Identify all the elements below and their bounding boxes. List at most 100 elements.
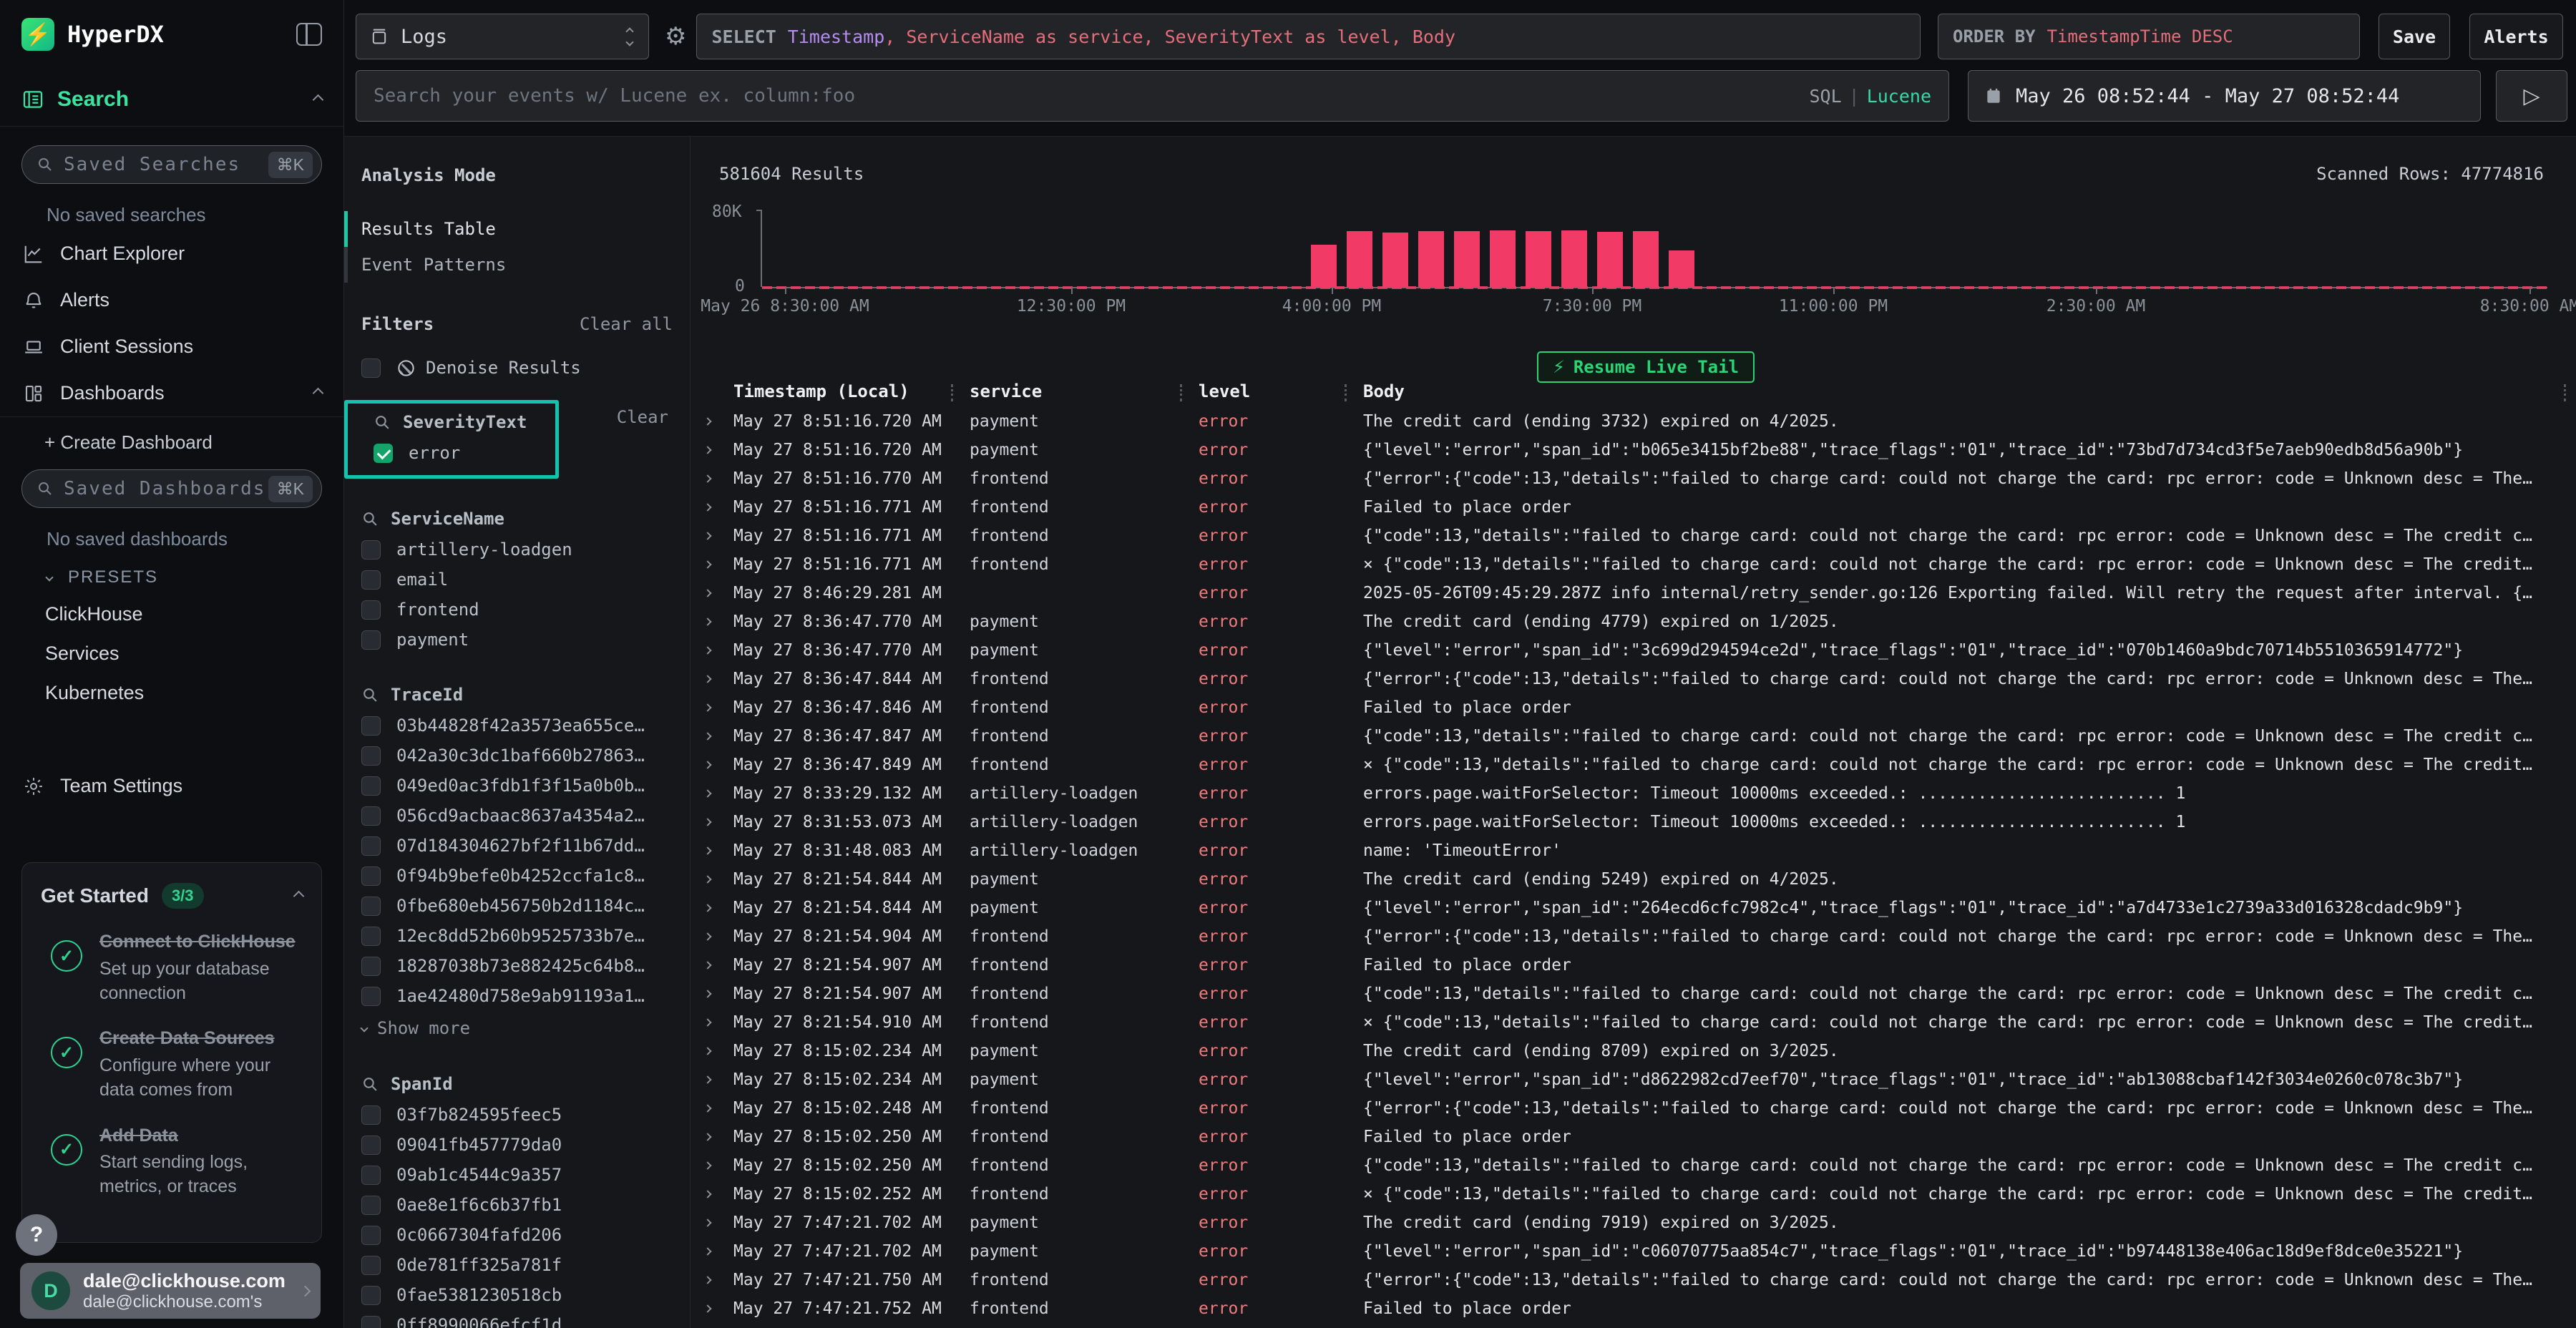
- save-button[interactable]: Save: [2379, 14, 2450, 59]
- get-started-step-2[interactable]: ✓ Create Data Sources Configure where yo…: [41, 1027, 303, 1102]
- sidebar-collapse-icon[interactable]: [296, 23, 322, 46]
- expand-row-icon[interactable]: [705, 962, 719, 968]
- checkbox[interactable]: [361, 1256, 381, 1275]
- filter-item-049ed0ac3fdb1f3f15[interactable]: 049ed0ac3fdb1f3f15a0b0b…: [361, 771, 673, 801]
- saved-dashboards-input[interactable]: Saved Dashboards ⌘K: [21, 469, 322, 508]
- expand-row-icon[interactable]: [705, 533, 719, 539]
- filter-item-error[interactable]: error: [374, 438, 545, 468]
- search-input[interactable]: [374, 85, 1809, 107]
- checkbox-checked[interactable]: [374, 444, 393, 463]
- table-row[interactable]: May 27 8:51:16.770 AMfrontenderror{"erro…: [691, 464, 2576, 493]
- preset-clickhouse[interactable]: ClickHouse: [0, 595, 343, 634]
- table-row[interactable]: May 27 8:21:54.910 AMfrontenderror× {"co…: [691, 1008, 2576, 1037]
- histogram-bar[interactable]: [1561, 230, 1587, 287]
- table-row[interactable]: May 27 8:15:02.250 AMfrontenderror{"code…: [691, 1151, 2576, 1180]
- checkbox[interactable]: [361, 866, 381, 886]
- histogram-bar[interactable]: [1454, 231, 1480, 287]
- col-service[interactable]: service: [955, 381, 1184, 401]
- histogram-bar[interactable]: [1526, 231, 1551, 287]
- checkbox[interactable]: [361, 1136, 381, 1155]
- filter-item-03b44828f42a3573ea[interactable]: 03b44828f42a3573ea655ce…: [361, 711, 673, 741]
- clear-filter-link[interactable]: Clear: [617, 407, 668, 427]
- run-query-button[interactable]: ▷: [2496, 70, 2567, 122]
- preset-kubernetes[interactable]: Kubernetes: [0, 673, 343, 713]
- filter-item-09041fb457779da0[interactable]: 09041fb457779da0: [361, 1130, 673, 1160]
- expand-row-icon[interactable]: [705, 476, 719, 482]
- expand-row-icon[interactable]: [705, 819, 719, 825]
- expand-row-icon[interactable]: [705, 705, 719, 711]
- table-row[interactable]: May 27 7:47:21.752 AMfrontenderrorFailed…: [691, 1294, 2576, 1323]
- chevron-up-icon[interactable]: [313, 94, 324, 105]
- filter-item-0ae8e1f6c6b37fb1[interactable]: 0ae8e1f6c6b37fb1: [361, 1190, 673, 1220]
- select-clause-input[interactable]: SELECT Timestamp, ServiceName as service…: [696, 14, 1921, 59]
- table-row[interactable]: May 27 8:21:54.907 AMfrontenderrorFailed…: [691, 951, 2576, 980]
- sidebar-item-client-sessions[interactable]: Client Sessions: [0, 323, 343, 370]
- chevron-up-icon[interactable]: [293, 890, 305, 902]
- alerts-button[interactable]: Alerts: [2469, 14, 2563, 59]
- expand-row-icon[interactable]: [705, 1048, 719, 1054]
- expand-row-icon[interactable]: [705, 1220, 719, 1226]
- histogram-bar[interactable]: [1669, 250, 1694, 287]
- user-menu[interactable]: D dale@clickhouse.com dale@clickhouse.co…: [20, 1263, 321, 1319]
- column-resize-handle[interactable]: [951, 384, 953, 401]
- column-resize-handle[interactable]: [2564, 384, 2566, 401]
- denoise-results-checkbox[interactable]: Denoise Results: [344, 353, 673, 383]
- checkbox[interactable]: [361, 716, 381, 736]
- table-row[interactable]: May 27 8:21:54.844 AMpaymenterrorThe cre…: [691, 865, 2576, 894]
- table-row[interactable]: May 27 8:51:16.720 AMpaymenterror{"level…: [691, 436, 2576, 464]
- checkbox[interactable]: [361, 1286, 381, 1305]
- checkbox[interactable]: [361, 1105, 381, 1125]
- checkbox[interactable]: [361, 1166, 381, 1185]
- expand-row-icon[interactable]: [705, 733, 719, 739]
- expand-row-icon[interactable]: [705, 877, 719, 882]
- filter-item-0fae5381230518cb[interactable]: 0fae5381230518cb: [361, 1280, 673, 1310]
- col-level[interactable]: level: [1184, 381, 1349, 401]
- query-language-toggle[interactable]: SQL|Lucene: [1809, 86, 1931, 107]
- expand-row-icon[interactable]: [705, 590, 719, 596]
- gear-icon[interactable]: ⚙: [665, 22, 686, 51]
- table-row[interactable]: May 27 8:15:02.248 AMfrontenderror{"erro…: [691, 1094, 2576, 1123]
- sidebar-item-alerts[interactable]: Alerts: [0, 277, 343, 323]
- checkbox[interactable]: [361, 570, 381, 590]
- order-by-input[interactable]: ORDER BY TimestampTime DESC: [1938, 14, 2360, 59]
- date-range-picker[interactable]: May 26 08:52:44 - May 27 08:52:44: [1968, 70, 2481, 122]
- histogram-chart[interactable]: May 26 8:30:00 AM12:30:00 PM4:00:00 PM7:…: [761, 210, 2547, 287]
- tab-event-patterns[interactable]: Event Patterns: [344, 247, 673, 283]
- expand-row-icon[interactable]: [705, 934, 719, 939]
- checkbox[interactable]: [361, 1226, 381, 1245]
- table-row[interactable]: May 27 8:31:48.083 AMartillery-loadgener…: [691, 836, 2576, 865]
- checkbox[interactable]: [361, 1196, 381, 1215]
- filter-item-042a30c3dc1baf660b[interactable]: 042a30c3dc1baf660b27863…: [361, 741, 673, 771]
- checkbox[interactable]: [361, 540, 381, 560]
- table-row[interactable]: May 27 7:47:21.702 AMpaymenterror{"level…: [691, 1237, 2576, 1266]
- expand-row-icon[interactable]: [705, 1134, 719, 1140]
- checkbox[interactable]: [361, 927, 381, 946]
- preset-services[interactable]: Services: [0, 634, 343, 673]
- help-button[interactable]: ?: [16, 1214, 57, 1256]
- expand-row-icon[interactable]: [705, 1105, 719, 1111]
- expand-row-icon[interactable]: [705, 791, 719, 796]
- filter-item-0ff8990066efcf1d[interactable]: 0ff8990066efcf1d: [361, 1310, 673, 1328]
- checkbox[interactable]: [361, 1316, 381, 1328]
- saved-searches-input[interactable]: Saved Searches ⌘K: [21, 145, 322, 184]
- checkbox[interactable]: [361, 776, 381, 796]
- filter-item-12ec8dd52b60b95257[interactable]: 12ec8dd52b60b9525733b7e…: [361, 921, 673, 951]
- sidebar-item-dashboards[interactable]: Dashboards: [0, 370, 343, 416]
- get-started-step-3[interactable]: ✓ Add Data Start sending logs, metrics, …: [41, 1124, 303, 1199]
- table-row[interactable]: May 27 8:21:54.844 AMpaymenterror{"level…: [691, 894, 2576, 922]
- checkbox[interactable]: [361, 600, 381, 620]
- expand-row-icon[interactable]: [705, 991, 719, 997]
- table-row[interactable]: May 27 8:36:47.770 AMpaymenterror{"level…: [691, 636, 2576, 665]
- filter-item-email[interactable]: email: [361, 565, 673, 595]
- histogram-bar[interactable]: [1633, 231, 1659, 287]
- expand-row-icon[interactable]: [705, 1249, 719, 1254]
- table-row[interactable]: May 27 8:21:54.907 AMfrontenderror{"code…: [691, 980, 2576, 1008]
- table-row[interactable]: May 27 8:33:29.132 AMartillery-loadgener…: [691, 779, 2576, 808]
- histogram-bar[interactable]: [1597, 232, 1623, 287]
- table-row[interactable]: May 27 8:36:47.846 AMfrontenderrorFailed…: [691, 693, 2576, 722]
- checkbox[interactable]: [361, 957, 381, 976]
- table-row[interactable]: May 27 8:51:16.720 AMpaymenterrorThe cre…: [691, 407, 2576, 436]
- clear-all-link[interactable]: Clear all: [580, 314, 673, 334]
- table-row[interactable]: May 27 8:15:02.250 AMfrontenderrorFailed…: [691, 1123, 2576, 1151]
- expand-row-icon[interactable]: [705, 504, 719, 510]
